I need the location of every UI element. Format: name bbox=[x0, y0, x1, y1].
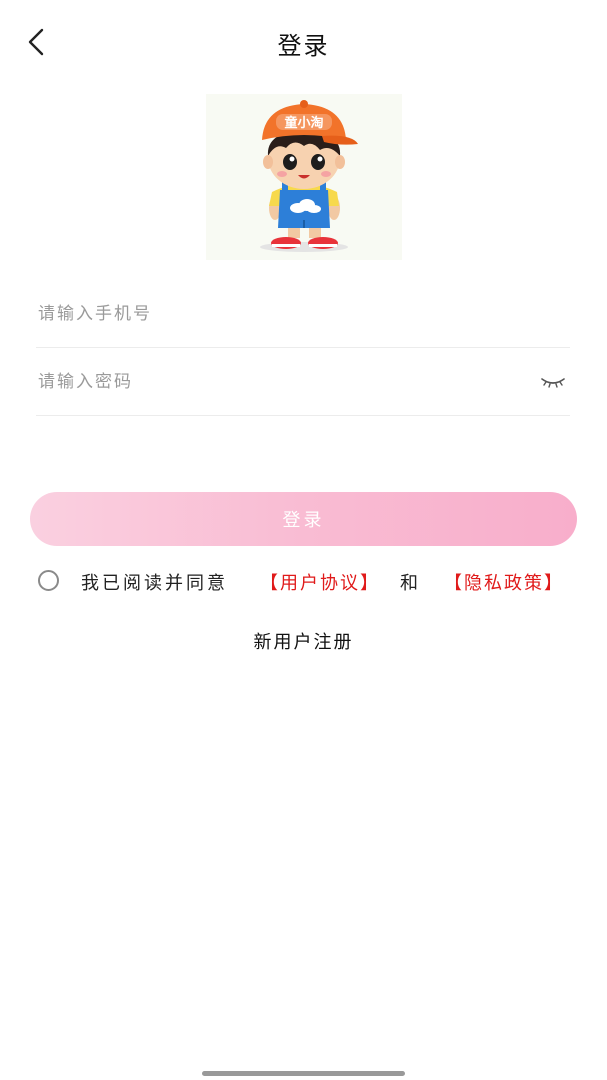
eye-closed-icon[interactable] bbox=[540, 373, 566, 389]
logo-badge-text: 童小淘 bbox=[284, 115, 323, 131]
privacy-policy-link[interactable]: 【隐私政策】 bbox=[444, 569, 564, 595]
password-input[interactable] bbox=[36, 372, 518, 392]
page-title: 登录 bbox=[277, 32, 330, 60]
mascot-illustration: 童小淘 bbox=[260, 100, 358, 252]
home-indicator[interactable] bbox=[202, 1071, 405, 1076]
password-field bbox=[36, 349, 570, 416]
login-button[interactable]: 登录 bbox=[30, 492, 577, 546]
login-page: 登录 童小淘 请输入手机号 登录 我已阅读并同意 【用户协议】 和 【隐私政策】… bbox=[0, 0, 607, 1080]
agreement-row: 我已阅读并同意 【用户协议】 和 【隐私政策】 bbox=[38, 568, 578, 596]
user-agreement-link[interactable]: 【用户协议】 bbox=[260, 569, 380, 595]
register-link[interactable]: 新用户注册 bbox=[0, 628, 607, 654]
agreement-checkbox[interactable] bbox=[38, 570, 59, 591]
agreement-text: 我已阅读并同意 bbox=[81, 573, 228, 594]
phone-input[interactable] bbox=[36, 304, 518, 324]
agreement-and-text: 和 bbox=[400, 573, 418, 594]
login-button-label: 登录 bbox=[282, 510, 325, 531]
phone-field bbox=[36, 281, 570, 348]
app-logo: 童小淘 bbox=[206, 94, 402, 260]
